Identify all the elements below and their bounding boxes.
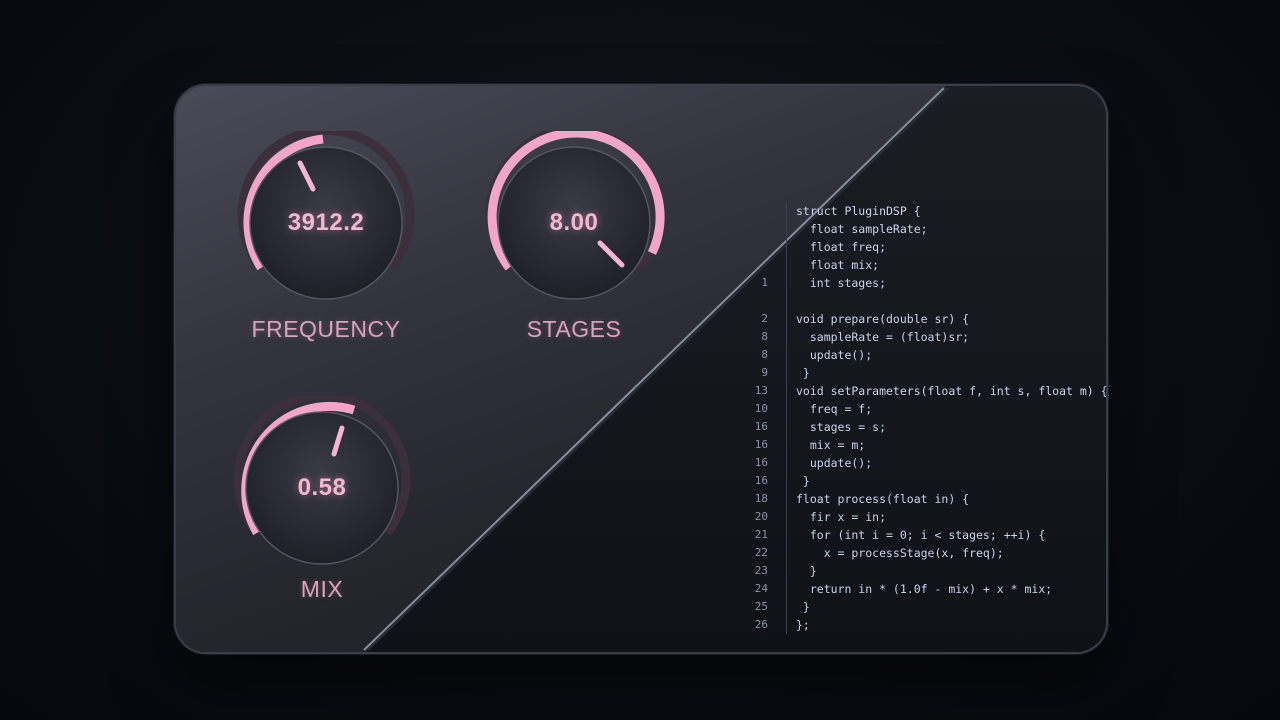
- code-line: 22 x = processStage(x, freq);: [746, 544, 1096, 562]
- stages-label: STAGES: [526, 316, 622, 342]
- code-text: void prepare(double sr) {: [796, 312, 970, 326]
- line-number: 24: [754, 582, 768, 595]
- code-editor: struct PluginDSP { float sampleRate; flo…: [746, 202, 1106, 634]
- frequency-knob[interactable]: 3912.2: [234, 131, 418, 315]
- code-line: 10 freq = f;: [746, 400, 1096, 418]
- line-number: 26: [754, 618, 768, 631]
- code-text: struct PluginDSP {: [796, 204, 921, 218]
- code-text: }: [796, 366, 810, 380]
- line-number: 8: [761, 330, 768, 343]
- code-line: 8 sampleRate = (float)sr;: [746, 328, 1096, 346]
- line-number: 16: [754, 474, 768, 487]
- code-line: struct PluginDSP {: [746, 202, 1096, 220]
- code-line: 18 float process(float in) {: [746, 490, 1096, 508]
- code-text: float process(float in) {: [796, 492, 970, 506]
- code-line: float mix;: [746, 256, 1096, 274]
- code-line: 16 mix = m;: [746, 436, 1096, 454]
- code-text: float sampleRate;: [796, 222, 928, 236]
- code-line: float freq;: [746, 238, 1096, 256]
- code-text: for (int i = 0; i < stages; ++i) {: [796, 528, 1046, 542]
- frequency-value: 3912.2: [287, 209, 365, 236]
- code-text: return in * (1.0f - mix) + x * mix;: [796, 582, 1053, 596]
- line-number: 13: [754, 384, 768, 397]
- mix-label: MIX: [300, 576, 344, 602]
- line-number: 10: [754, 402, 768, 415]
- code-text: x = processStage(x, freq);: [796, 546, 1004, 560]
- code-text: }: [796, 600, 810, 614]
- mix-knob[interactable]: 0.58: [230, 396, 414, 580]
- code-line: 16 }: [746, 472, 1096, 490]
- code-line: 20 fir x = in;: [746, 508, 1096, 526]
- code-text: mix = m;: [796, 438, 866, 452]
- code-line: 26};: [746, 616, 1096, 634]
- code-line: 23 }: [746, 562, 1096, 580]
- code-line: 8 update();: [746, 346, 1096, 364]
- code-line: 1 int stages;: [746, 274, 1096, 292]
- code-line: 25 }: [746, 598, 1096, 616]
- line-number: 21: [754, 528, 768, 541]
- code-text: fir x = in;: [796, 510, 887, 524]
- code-text: stages = s;: [796, 420, 887, 434]
- line-number: 16: [754, 456, 768, 469]
- code-text: sampleRate = (float)sr;: [796, 330, 970, 344]
- code-line: 16 stages = s;: [746, 418, 1096, 436]
- line-number: 18: [754, 492, 768, 505]
- line-number: 2: [761, 312, 768, 325]
- mix-value: 0.58: [297, 474, 347, 501]
- code-text: float mix;: [796, 258, 880, 272]
- plugin-panel: 3912.2 FREQUENCY 8.00 STAGES 0.58 MIX st…: [176, 86, 1106, 652]
- line-number: 1: [761, 276, 768, 289]
- code-text: void setParameters(float f, int s, float…: [796, 384, 1106, 398]
- code-text: update();: [796, 456, 873, 470]
- line-number: 16: [754, 420, 768, 433]
- line-number: 16: [754, 438, 768, 451]
- code-line: float sampleRate;: [746, 220, 1096, 238]
- code-text: freq = f;: [796, 402, 873, 416]
- code-text: }: [796, 474, 810, 488]
- code-line: 9 }: [746, 364, 1096, 382]
- line-number: 20: [754, 510, 768, 523]
- code-text: int stages;: [796, 276, 887, 290]
- code-line: 16 update();: [746, 454, 1096, 472]
- line-number: 23: [754, 564, 768, 577]
- code-line: [746, 292, 1096, 310]
- code-text: float freq;: [796, 240, 887, 254]
- code-text: }: [796, 564, 817, 578]
- line-number: 9: [761, 366, 768, 379]
- code-line: 24 return in * (1.0f - mix) + x * mix;: [746, 580, 1096, 598]
- code-text: update();: [796, 348, 873, 362]
- line-number: 22: [754, 546, 768, 559]
- frequency-label: FREQUENCY: [251, 316, 401, 342]
- code-line: 21 for (int i = 0; i < stages; ++i) {: [746, 526, 1096, 544]
- code-line: 13 void setParameters(float f, int s, flo…: [746, 382, 1106, 400]
- stages-knob[interactable]: 8.00: [482, 131, 666, 315]
- line-number: 8: [761, 348, 768, 361]
- code-text: };: [796, 618, 810, 632]
- line-number: 25: [754, 600, 768, 613]
- stages-value: 8.00: [549, 209, 599, 236]
- code-line: 2 void prepare(double sr) {: [746, 310, 1096, 328]
